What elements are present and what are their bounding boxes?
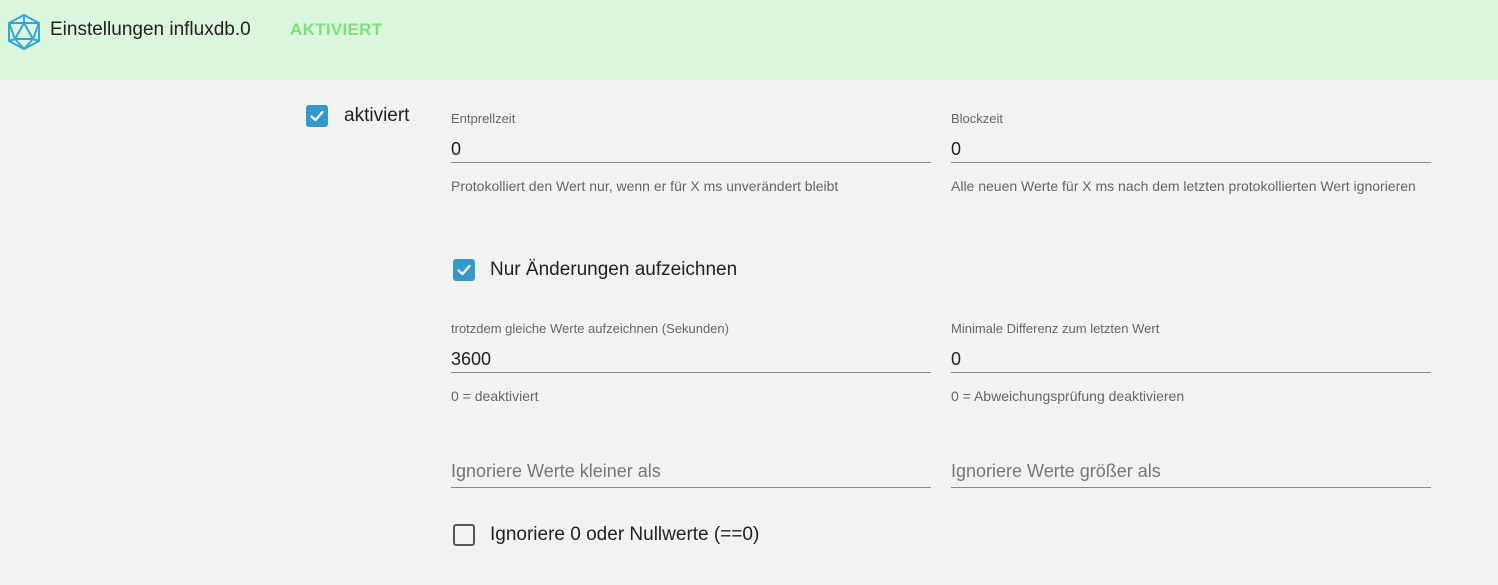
status-badge: AKTIVIERT bbox=[290, 20, 383, 39]
blocktime-input[interactable] bbox=[951, 137, 1431, 163]
checkmark-icon bbox=[310, 110, 324, 122]
min-difference-input[interactable] bbox=[951, 347, 1431, 373]
enabled-checkbox[interactable] bbox=[306, 105, 328, 127]
changes-relog-help: 0 = deaktiviert bbox=[451, 388, 539, 404]
blocktime-help: Alle neuen Werte für X ms nach dem letzt… bbox=[951, 178, 1416, 194]
changes-only-label[interactable]: Nur Änderungen aufzeichnen bbox=[490, 259, 737, 281]
changes-only-checkbox[interactable] bbox=[453, 259, 475, 281]
settings-header: Einstellungen influxdb.0 AKTIVIERT bbox=[0, 0, 1498, 80]
icosahedron-icon bbox=[8, 14, 40, 50]
ignore-below-input[interactable] bbox=[451, 455, 931, 488]
checkmark-icon bbox=[457, 264, 471, 276]
ignore-above-input[interactable] bbox=[951, 455, 1431, 488]
min-difference-label: Minimale Differenz zum letzten Wert bbox=[951, 321, 1160, 336]
page-title: Einstellungen influxdb.0 bbox=[50, 19, 251, 40]
min-difference-help: 0 = Abweichungsprüfung deaktivieren bbox=[951, 388, 1185, 404]
ignore-zero-label[interactable]: Ignoriere 0 oder Nullwerte (==0) bbox=[490, 524, 759, 546]
enabled-label[interactable]: aktiviert bbox=[344, 105, 409, 127]
debounce-label: Entprellzeit bbox=[451, 111, 516, 126]
debounce-input[interactable] bbox=[451, 137, 931, 163]
changes-relog-label: trotzdem gleiche Werte aufzeichnen (Seku… bbox=[451, 321, 729, 336]
changes-relog-input[interactable] bbox=[451, 347, 931, 373]
ignore-zero-checkbox[interactable] bbox=[453, 524, 475, 546]
blocktime-label: Blockzeit bbox=[951, 111, 1004, 126]
debounce-help: Protokolliert den Wert nur, wenn er für … bbox=[451, 178, 839, 194]
